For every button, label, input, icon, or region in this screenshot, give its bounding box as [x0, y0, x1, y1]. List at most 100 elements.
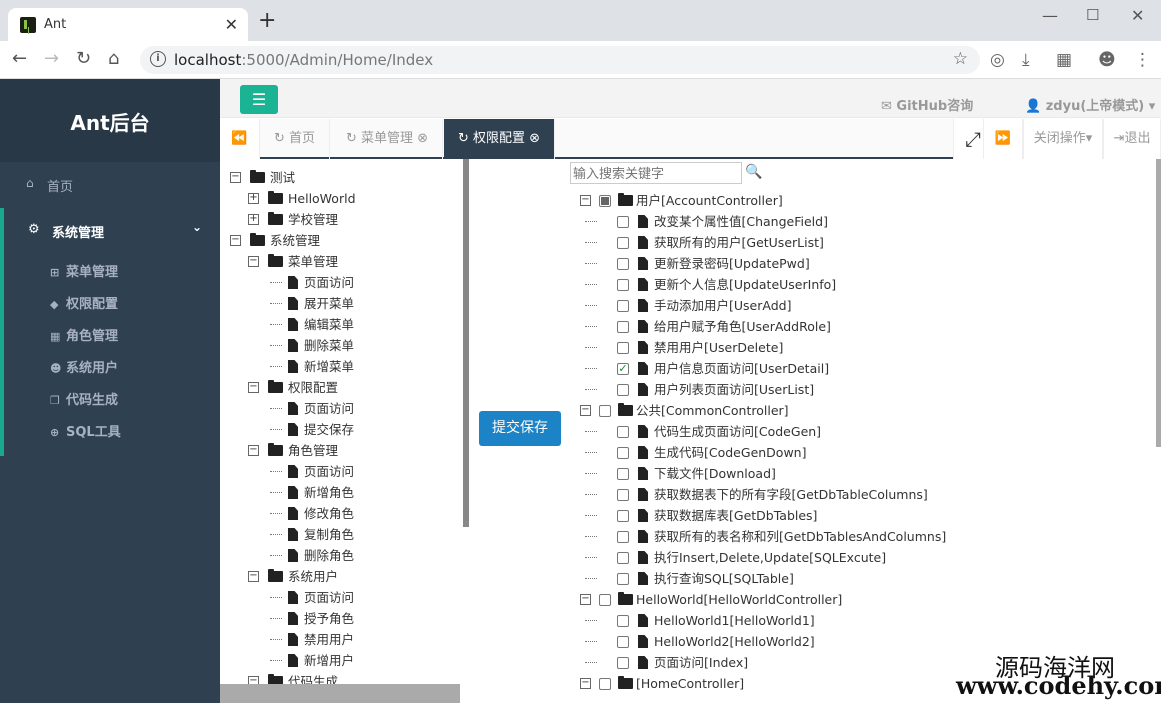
- qr-code-icon[interactable]: ▦: [1056, 50, 1072, 70]
- tree-leaf[interactable]: 页面访问: [220, 398, 463, 419]
- checkbox[interactable]: [617, 552, 629, 564]
- menu-toggle-button[interactable]: ☰: [240, 85, 278, 114]
- user-menu[interactable]: 👤 zdyu(上帝模式) ▾: [1025, 95, 1155, 114]
- collapse-icon[interactable]: −: [230, 172, 241, 183]
- tree-leaf[interactable]: 展开菜单: [220, 293, 463, 314]
- checkbox[interactable]: [599, 594, 611, 606]
- maximize-icon[interactable]: ☐: [1086, 6, 1099, 24]
- permission-leaf[interactable]: 获取数据库表[GetDbTables]: [570, 505, 1156, 526]
- permission-leaf[interactable]: HelloWorld1[HelloWorld1]: [570, 610, 1156, 631]
- extension-circle-icon[interactable]: ◎: [990, 50, 1005, 70]
- tree-node[interactable]: − 系统用户: [220, 566, 463, 587]
- tab-permission[interactable]: ↻ 权限配置 ⊗: [444, 119, 556, 159]
- chrome-menu-icon[interactable]: ⋮: [1134, 50, 1151, 70]
- search-input[interactable]: [570, 162, 742, 184]
- sidebar-item-role[interactable]: ▦ 角色管理: [50, 325, 118, 344]
- tree-leaf[interactable]: 复制角色: [220, 524, 463, 545]
- checkbox[interactable]: [617, 636, 629, 648]
- permission-leaf[interactable]: 用户列表页面访问[UserList]: [570, 379, 1156, 400]
- collapse-icon[interactable]: −: [580, 405, 591, 416]
- checkbox[interactable]: [617, 300, 629, 312]
- permission-leaf[interactable]: 生成代码[CodeGenDown]: [570, 442, 1156, 463]
- collapse-icon[interactable]: −: [580, 195, 591, 206]
- new-tab-icon[interactable]: +: [258, 8, 276, 33]
- tree-leaf[interactable]: 提交保存: [220, 419, 463, 440]
- permission-leaf[interactable]: 更新个人信息[UpdateUserInfo]: [570, 274, 1156, 295]
- checkbox[interactable]: [599, 405, 611, 417]
- checkbox[interactable]: [617, 531, 629, 543]
- url-field[interactable]: i localhost:5000/Admin/Home/Index ☆: [140, 46, 980, 74]
- tree-leaf[interactable]: 新增用户: [220, 650, 463, 671]
- tabs-scroll-right-button[interactable]: ⏩: [983, 119, 1023, 159]
- permission-leaf[interactable]: 执行查询SQL[SQLTable]: [570, 568, 1156, 589]
- collapse-icon[interactable]: −: [248, 382, 259, 393]
- checkbox[interactable]: [617, 258, 629, 270]
- close-tab-icon[interactable]: ✕: [225, 15, 238, 34]
- info-icon[interactable]: i: [150, 51, 166, 67]
- checkbox[interactable]: [599, 678, 611, 690]
- tree-leaf[interactable]: 新增角色: [220, 482, 463, 503]
- tree-leaf[interactable]: 禁用用户: [220, 629, 463, 650]
- checkbox[interactable]: [617, 237, 629, 249]
- tree-node[interactable]: + HelloWorld: [220, 188, 463, 209]
- back-icon[interactable]: ←: [12, 48, 27, 69]
- checkbox[interactable]: [617, 279, 629, 291]
- tree-leaf[interactable]: 编辑菜单: [220, 314, 463, 335]
- tree-node[interactable]: − 权限配置: [220, 377, 463, 398]
- permission-leaf[interactable]: 执行Insert,Delete,Update[SQLExcute]: [570, 547, 1156, 568]
- tree-leaf[interactable]: 页面访问: [220, 272, 463, 293]
- github-link[interactable]: ✉ GitHub咨询: [881, 95, 973, 114]
- checkbox[interactable]: [617, 384, 629, 396]
- download-icon[interactable]: ⤓: [1022, 50, 1030, 70]
- sidebar-item-users[interactable]: ☻ 系统用户: [50, 357, 118, 376]
- permission-group[interactable]: − 公共[CommonController]: [570, 400, 1156, 421]
- permission-leaf[interactable]: 获取数据表下的所有字段[GetDbTableColumns]: [570, 484, 1156, 505]
- tabs-scroll-left-button[interactable]: ⏪: [220, 119, 260, 159]
- browser-tab[interactable]: Ant ✕: [8, 8, 248, 41]
- tree-leaf[interactable]: 页面访问: [220, 587, 463, 608]
- tree-leaf[interactable]: 删除角色: [220, 545, 463, 566]
- collapse-icon[interactable]: −: [248, 256, 259, 267]
- tree-node[interactable]: − 系统管理: [220, 230, 463, 251]
- checkbox[interactable]: [617, 489, 629, 501]
- checkbox[interactable]: [617, 216, 629, 228]
- checkbox[interactable]: [617, 468, 629, 480]
- checkbox[interactable]: [617, 573, 629, 585]
- extension-face-icon[interactable]: ☻: [1098, 50, 1116, 70]
- tree-leaf[interactable]: 授予角色: [220, 608, 463, 629]
- expand-icon[interactable]: +: [248, 214, 259, 225]
- checkbox[interactable]: [617, 447, 629, 459]
- left-horizontal-scrollbar[interactable]: [220, 684, 460, 703]
- checkbox[interactable]: [617, 321, 629, 333]
- search-icon[interactable]: 🔍: [745, 164, 762, 180]
- permission-leaf[interactable]: 代码生成页面访问[CodeGen]: [570, 421, 1156, 442]
- checkbox[interactable]: [617, 657, 629, 669]
- tree-node[interactable]: − 菜单管理: [220, 251, 463, 272]
- tree-leaf[interactable]: 删除菜单: [220, 335, 463, 356]
- permission-group[interactable]: − HelloWorld[HelloWorldController]: [570, 589, 1156, 610]
- collapse-icon[interactable]: −: [248, 445, 259, 456]
- permission-leaf[interactable]: 获取所有的表名称和列[GetDbTablesAndColumns]: [570, 526, 1156, 547]
- permission-leaf[interactable]: 下载文件[Download]: [570, 463, 1156, 484]
- permission-leaf[interactable]: 获取所有的用户[GetUserList]: [570, 232, 1156, 253]
- permission-leaf[interactable]: 给用户赋予角色[UserAddRole]: [570, 316, 1156, 337]
- tab-close-icon[interactable]: ⊗: [413, 131, 428, 146]
- checkbox[interactable]: [617, 615, 629, 627]
- tab-close-icon[interactable]: ⊗: [525, 131, 540, 146]
- collapse-icon[interactable]: −: [580, 594, 591, 605]
- collapse-icon[interactable]: −: [248, 571, 259, 582]
- tree-leaf[interactable]: 新增菜单: [220, 356, 463, 377]
- sidebar-item-permission[interactable]: ◆ 权限配置: [50, 293, 118, 312]
- tree-node[interactable]: − 代码生成: [220, 671, 463, 684]
- collapse-icon[interactable]: −: [580, 678, 591, 689]
- checkbox[interactable]: [617, 510, 629, 522]
- tree-node[interactable]: − 角色管理: [220, 440, 463, 461]
- tab-home[interactable]: ↻ 首页: [260, 119, 331, 159]
- sidebar-item-codegen[interactable]: ❐ 代码生成: [50, 389, 118, 408]
- sidebar-item-menu[interactable]: ⊞ 菜单管理: [50, 261, 118, 280]
- sidebar-item-system[interactable]: ⚙ 系统管理 ⌄: [4, 208, 220, 252]
- bookmark-star-icon[interactable]: ☆: [953, 49, 968, 69]
- permission-leaf[interactable]: 手动添加用户[UserAdd]: [570, 295, 1156, 316]
- checkbox[interactable]: ✓: [617, 363, 629, 375]
- minimize-icon[interactable]: —: [1042, 6, 1058, 25]
